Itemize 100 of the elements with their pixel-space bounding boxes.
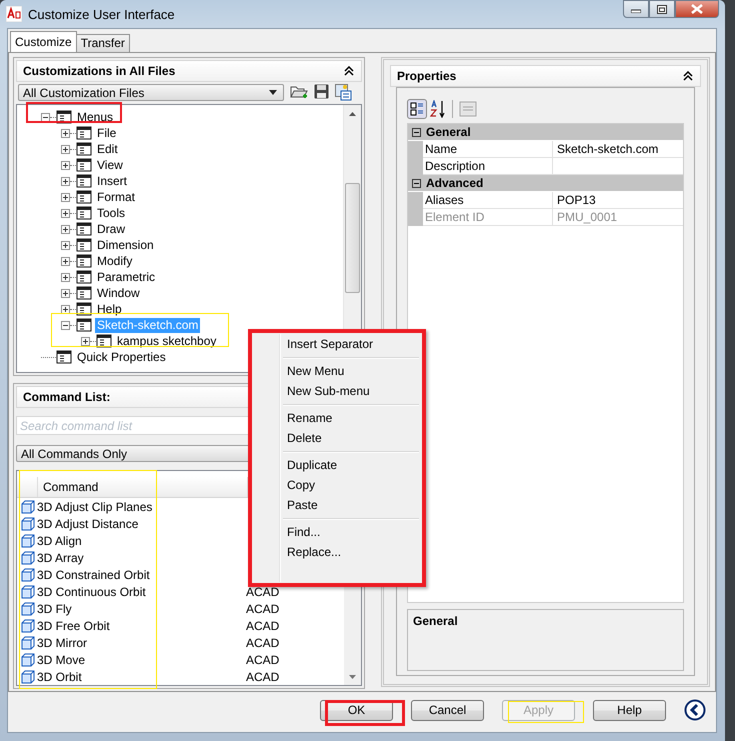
menu-item[interactable]: New Sub-menu <box>255 381 419 401</box>
dialog-button[interactable]: Help <box>593 700 666 720</box>
expand-toggle[interactable] <box>61 272 70 282</box>
table-cell-text: 3D Align <box>37 534 83 548</box>
table-cell-text: 3D Adjust Clip Planes <box>37 500 154 514</box>
table-cell: ACAD <box>246 584 280 598</box>
menu-item[interactable]: Replace... <box>255 542 419 562</box>
property-name: Element ID <box>423 209 553 225</box>
table-cell: ACAD <box>246 602 280 616</box>
tree-item[interactable]: Quick Properties <box>75 350 168 364</box>
expand-toggle[interactable] <box>61 288 70 298</box>
expand-toggle[interactable] <box>81 336 90 346</box>
table-cell-text: 3D Free Orbit <box>37 618 111 632</box>
scroll-up-icon <box>349 112 356 116</box>
tree-item[interactable]: File <box>95 126 118 140</box>
plus-icon <box>62 242 69 248</box>
cube-icon <box>20 636 34 650</box>
tree-item[interactable]: Help <box>95 302 124 316</box>
sort-alphabetical-icon[interactable] <box>430 100 446 118</box>
window-title: Customize User Interface <box>28 6 175 22</box>
cube-icon <box>20 568 34 582</box>
property-value[interactable]: POP13 <box>553 192 683 208</box>
plus-icon <box>62 274 69 280</box>
menu-item[interactable]: Paste <box>255 495 419 515</box>
cube-icon <box>20 516 34 530</box>
menu-icon <box>76 190 92 204</box>
menu-item[interactable]: Find... <box>255 522 419 542</box>
expand-toggle[interactable] <box>61 304 70 314</box>
tree-item[interactable]: Format <box>95 190 138 204</box>
expand-toggle[interactable] <box>61 240 70 250</box>
tree-item[interactable]: Parametric <box>95 270 158 284</box>
plus-icon <box>62 178 69 184</box>
cube-icon <box>20 584 34 598</box>
plus-icon <box>62 290 69 296</box>
collapse-left-icon[interactable] <box>684 699 706 721</box>
categorized-button[interactable] <box>407 99 427 119</box>
collapse-toggle[interactable] <box>61 320 70 330</box>
expand-toggle[interactable] <box>61 208 70 218</box>
expand-toggle[interactable] <box>61 144 70 154</box>
table-cell-text: 3D Array <box>37 550 85 564</box>
plus-icon <box>62 130 69 136</box>
tree-item[interactable]: View <box>95 158 125 172</box>
open-folder-icon[interactable] <box>290 84 308 100</box>
tree-item[interactable]: kampus sketchboy <box>115 334 218 348</box>
menu-item[interactable]: Copy <box>255 475 419 495</box>
collapse-toggle[interactable] <box>412 178 421 188</box>
panel-title: Customizations in All Files <box>23 64 176 78</box>
collapse-toggle[interactable] <box>412 128 421 136</box>
tab[interactable]: Transfer <box>76 34 130 52</box>
menu-item[interactable]: New Menu <box>255 361 419 381</box>
menu-item[interactable]: Insert Separator <box>255 334 419 354</box>
plus-icon <box>82 338 89 344</box>
menu-icon <box>76 174 92 188</box>
table-cell: ACAD <box>246 618 280 632</box>
maximize-button[interactable] <box>649 0 675 18</box>
categorized-icon <box>410 102 424 116</box>
plus-icon <box>62 162 69 168</box>
collapse-toggle[interactable] <box>41 112 50 122</box>
scroll-thumb[interactable] <box>345 183 360 293</box>
cube-icon <box>20 618 34 632</box>
table-cell: ACAD <box>246 670 280 684</box>
menu-icon <box>76 286 92 300</box>
close-button[interactable] <box>675 0 719 18</box>
expand-toggle[interactable] <box>61 256 70 266</box>
table-cell: ACAD <box>246 652 280 666</box>
save-icon[interactable] <box>314 84 329 99</box>
table-cell-text: 3D Fly <box>37 602 73 616</box>
plus-icon <box>62 226 69 232</box>
tree-item[interactable]: Dimension <box>95 238 156 252</box>
table-cell-text: 3D Adjust Distance <box>37 516 140 530</box>
expand-toggle[interactable] <box>61 192 70 202</box>
category-label: General <box>426 125 471 139</box>
minimize-button[interactable] <box>623 0 649 18</box>
tree-item[interactable]: Insert <box>95 174 130 188</box>
expand-toggle[interactable] <box>61 176 70 186</box>
table-cell-text: 3D Continuous Orbit <box>37 584 147 598</box>
tree-item[interactable]: Window <box>95 286 142 300</box>
property-name: Name <box>423 141 553 157</box>
dropdown[interactable]: All Customization Files <box>18 84 284 101</box>
expand-toggle[interactable] <box>61 128 70 138</box>
tree-item[interactable]: Tools <box>95 206 128 220</box>
menu-icon <box>76 158 92 172</box>
tree-item[interactable]: Modify <box>95 254 134 268</box>
menu-icon <box>56 350 72 364</box>
property-value[interactable]: Sketch-sketch.com <box>553 141 683 157</box>
menu-icon <box>76 206 92 220</box>
tree-item[interactable]: Edit <box>95 142 120 156</box>
tree-item[interactable]: Draw <box>95 222 128 236</box>
cube-icon <box>20 652 34 666</box>
workspace-icon[interactable] <box>335 84 352 101</box>
collapse-icon <box>344 66 354 76</box>
scroll-down-icon <box>349 675 356 679</box>
expand-toggle[interactable] <box>61 224 70 234</box>
plus-icon <box>62 210 69 216</box>
tree-item[interactable]: Menus <box>75 110 116 124</box>
plus-icon <box>62 258 69 264</box>
expand-toggle[interactable] <box>61 160 70 170</box>
dialog-button[interactable]: Cancel <box>411 700 484 720</box>
panel-title: Properties <box>397 69 456 83</box>
tab[interactable]: Customize <box>10 31 77 52</box>
